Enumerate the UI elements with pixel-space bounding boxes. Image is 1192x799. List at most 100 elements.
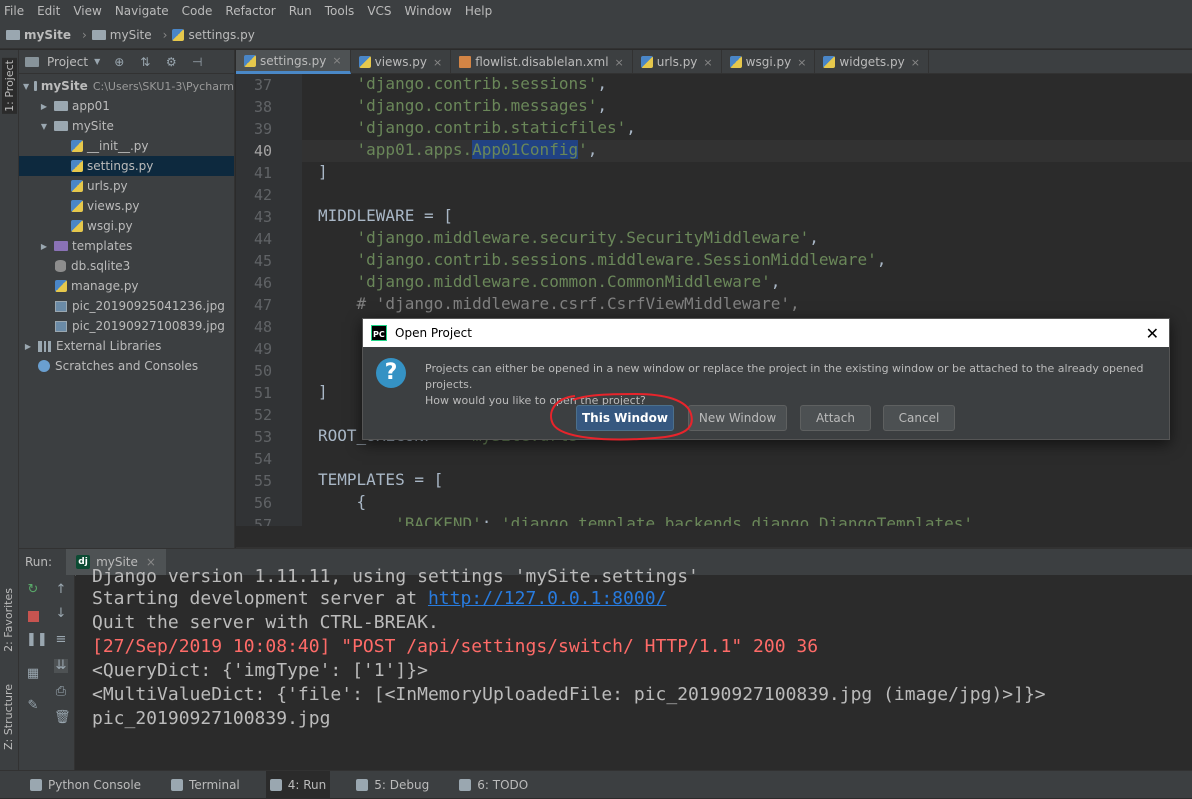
tab-settings[interactable]: settings.py × [236,50,351,74]
menu-refactor[interactable]: Refactor [225,4,275,18]
code-line: 'django.middleware.common.CommonMiddlewa… [356,272,781,291]
tab-views[interactable]: views.py × [351,50,452,74]
print-icon[interactable]: ⎙ [54,685,68,699]
tree-item-root[interactable]: ▼ mySite C:\Users\SKU1-3\Pycharm [19,76,234,96]
tree-item-pic1[interactable]: pic_20190925041236.jpg [19,296,234,316]
tree-item-init[interactable]: __init__.py [19,136,234,156]
tree-item-manage[interactable]: manage.py [19,276,234,296]
breadcrumb-project[interactable]: mySite [6,28,71,42]
tree-item-mysite[interactable]: ▼ mySite [19,116,234,136]
menu-view[interactable]: View [73,4,101,18]
project-view-selector[interactable]: Project [47,55,88,69]
tab-urls[interactable]: urls.py × [633,50,722,74]
tree-item-wsgi[interactable]: wsgi.py [19,216,234,236]
project-tool-tab[interactable]: 1: Project [2,58,17,114]
collapse-icon[interactable]: ⇅ [138,55,152,69]
folder-icon [34,81,37,91]
tree-item-db[interactable]: db.sqlite3 [19,256,234,276]
play-icon [269,778,282,791]
close-icon[interactable]: ✕ [1146,324,1159,343]
bug-icon [356,778,369,791]
tree-item-pic2[interactable]: pic_20190927100839.jpg [19,316,234,336]
new-window-button[interactable]: New Window [688,405,787,431]
close-icon[interactable]: × [615,56,624,69]
server-url-link[interactable]: http://127.0.0.1:8000/ [428,588,666,609]
code-line: MIDDLEWARE = [ [318,206,453,225]
attach-button[interactable]: Attach [800,405,871,431]
code-line: 'django.middleware.security.SecurityMidd… [356,228,819,247]
code-line: { [318,492,367,511]
layout-icon[interactable]: ▦ [26,667,40,681]
tree-item-views[interactable]: views.py [19,196,234,216]
menu-window[interactable]: Window [405,4,452,18]
menu-tools[interactable]: Tools [325,4,355,18]
menu-edit[interactable]: Edit [37,4,60,18]
pin-icon[interactable]: ✎ [26,699,40,713]
tab-wsgi[interactable]: wsgi.py × [722,50,816,74]
menu-vcs[interactable]: VCS [367,4,391,18]
python-console-button[interactable]: Python Console [26,771,145,799]
down-arrow-icon[interactable]: ↓ [54,607,68,621]
structure-tool-tab[interactable]: Z: Structure [2,684,15,750]
console-line-request: [27/Sep/2019 10:08:40] "POST /api/settin… [92,636,819,657]
close-icon[interactable]: × [703,56,712,69]
tab-flowlist[interactable]: flowlist.disablelan.xml × [451,50,633,74]
scroll-to-end-icon[interactable]: ⇊ [54,659,68,673]
cancel-button[interactable]: Cancel [883,405,955,431]
chevron-right-icon[interactable]: ▶ [39,102,49,111]
console-line-querydict: <QueryDict: {'imgType': ['1']}> [92,660,428,681]
folder-icon [54,101,68,111]
line-number: 47 [253,296,272,314]
rerun-icon[interactable]: ↻ [26,583,40,597]
run-button[interactable]: 4: Run [265,770,331,799]
up-arrow-icon[interactable]: ↑ [54,583,68,597]
chevron-down-icon[interactable]: ▼ [23,82,29,91]
chevron-down-icon[interactable]: ▼ [39,122,49,131]
tree-item-settings[interactable]: settings.py [19,156,234,176]
code-line: 'django.contrib.sessions', [356,74,607,93]
favorites-tool-tab[interactable]: 2: Favorites [2,588,15,652]
menu-file[interactable]: File [4,4,24,18]
python-file-icon [823,56,836,68]
hide-icon[interactable]: ⊣ [190,55,204,69]
tree-item-scratches[interactable]: Scratches and Consoles [19,356,234,376]
left-tool-strip: 1: Project [0,50,19,548]
line-number: 42 [253,186,272,204]
breadcrumb-file[interactable]: settings.py [172,28,255,42]
tree-item-urls[interactable]: urls.py [19,176,234,196]
tree-item-templates[interactable]: ▶ templates [19,236,234,256]
menu-help[interactable]: Help [465,4,492,18]
line-number: 39 [253,120,272,138]
chevron-right-icon[interactable]: ▶ [23,342,33,351]
python-file-icon [71,140,83,152]
menu-navigate[interactable]: Navigate [115,4,169,18]
tree-item-external-libraries[interactable]: ▶ External Libraries [19,336,234,356]
editor-horizontal-scroll[interactable] [236,526,1192,548]
locate-icon[interactable]: ⊕ [112,55,126,69]
close-icon[interactable]: × [797,56,806,69]
chevron-right-icon[interactable]: ▶ [39,242,49,251]
todo-button[interactable]: 6: TODO [455,771,532,799]
tool-window-bar: Python Console Terminal 4: Run 5: Debug … [0,770,1192,799]
debug-button[interactable]: 5: Debug [352,771,433,799]
python-file-icon [71,180,83,192]
pause-icon[interactable]: ❚❚ [26,633,48,647]
terminal-button[interactable]: Terminal [167,771,244,799]
code-line: 'django.contrib.messages', [356,96,607,115]
stop-icon[interactable] [28,611,39,622]
pycharm-logo-icon: PC [371,325,387,341]
breadcrumb-folder[interactable]: mySite [91,28,152,42]
soft-wrap-icon[interactable]: ≡ [54,633,68,647]
red-annotation-circle [550,392,693,441]
tab-widgets[interactable]: widgets.py × [815,50,929,74]
trash-icon[interactable]: 🗑 [54,711,71,725]
close-icon[interactable]: × [433,56,442,69]
menu-run[interactable]: Run [289,4,312,18]
close-icon[interactable]: × [332,54,341,67]
tree-item-app01[interactable]: ▶ app01 [19,96,234,116]
close-icon[interactable]: × [911,56,920,69]
menu-code[interactable]: Code [182,4,213,18]
chevron-down-icon[interactable]: ▼ [94,57,100,66]
python-icon [30,778,42,791]
gear-icon[interactable]: ⚙ [164,55,178,69]
